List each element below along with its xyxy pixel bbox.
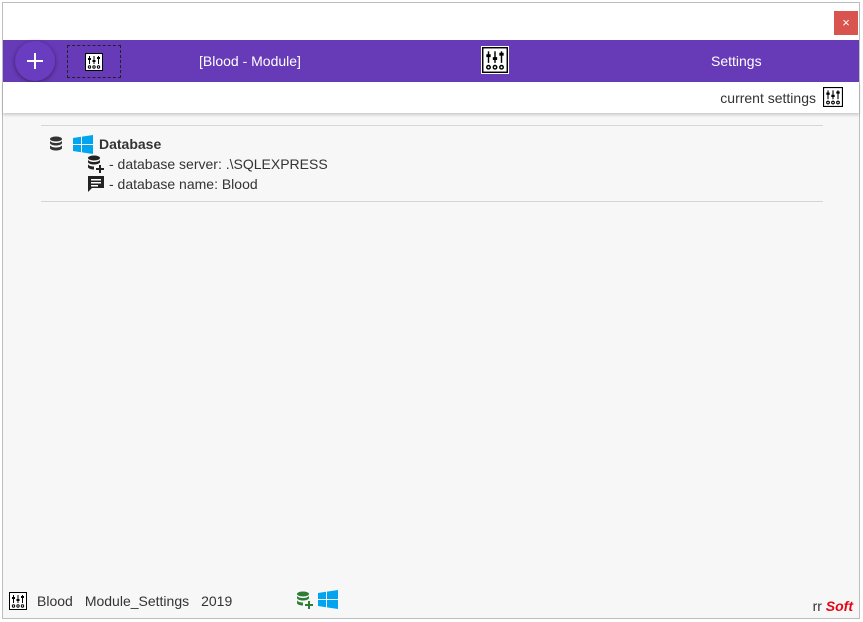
brand-logo: rr Soft	[813, 598, 853, 614]
divider-bottom	[41, 201, 823, 202]
database-plus-icon	[88, 155, 104, 173]
database-header: Database	[49, 134, 328, 154]
close-button[interactable]: ×	[834, 11, 858, 35]
database-name-text: - database name: Blood	[109, 176, 258, 192]
current-settings-icon[interactable]	[823, 87, 843, 107]
module-settings-button[interactable]	[67, 45, 121, 78]
database-title: Database	[99, 136, 162, 152]
current-settings-label: current settings	[720, 90, 816, 106]
database-server-text: - database server: .\SQLEXPRESS	[109, 156, 328, 172]
comment-icon	[88, 176, 104, 192]
main-toolbar: [Blood - Module] Settings	[3, 40, 859, 82]
database-icon	[50, 136, 62, 151]
footer-module-name: Module_Settings	[84, 593, 190, 609]
brand-prefix: rr	[812, 598, 822, 614]
windows-logo-icon	[318, 590, 338, 609]
database-server-row: - database server: .\SQLEXPRESS	[87, 154, 328, 174]
database-plus-icon	[297, 591, 313, 609]
settings-sliders-icon	[9, 592, 27, 610]
module-title: [Blood - Module]	[199, 53, 301, 69]
footer-info: Blood Module_Settings 2019	[9, 590, 232, 612]
app-window: × [Blood - Module] Settings current sett…	[2, 2, 860, 619]
title-bar: ×	[3, 3, 859, 40]
divider-top	[41, 125, 823, 126]
database-name-row: - database name: Blood	[87, 174, 328, 194]
settings-subbar: current settings	[3, 82, 859, 113]
plus-icon	[27, 53, 43, 69]
database-section: Database - database server: .\SQLEXPRESS…	[49, 134, 328, 194]
settings-sliders-glyph	[482, 47, 508, 73]
add-button[interactable]	[15, 41, 55, 81]
brand-name: Soft	[825, 598, 853, 614]
footer-year: 2019	[201, 593, 233, 609]
settings-sliders-icon[interactable]	[481, 46, 509, 74]
windows-logo-icon	[73, 134, 93, 154]
footer-status-icons	[296, 590, 338, 609]
settings-sliders-icon	[85, 52, 103, 71]
settings-sliders-icon	[823, 87, 843, 107]
footer-app-name: Blood	[37, 593, 73, 609]
settings-menu-link[interactable]: Settings	[711, 53, 762, 69]
